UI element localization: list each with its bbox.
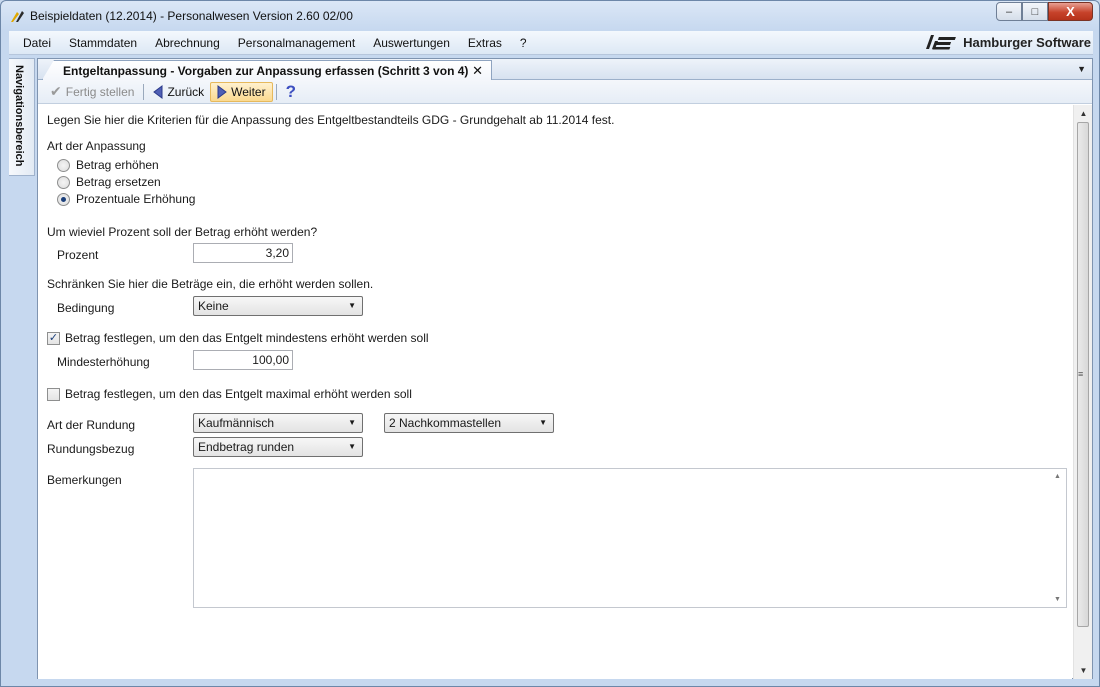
percent-label: Prozent <box>57 248 99 262</box>
scroll-down-icon[interactable]: ▼ <box>1074 666 1093 675</box>
radio-label: Betrag ersetzen <box>76 175 161 189</box>
back-label: Zurück <box>167 84 205 99</box>
close-icon: X <box>1066 4 1075 19</box>
chevron-down-icon: ▼ <box>348 442 356 451</box>
help-button[interactable]: ? <box>280 82 302 102</box>
next-button[interactable]: Weiter <box>210 81 273 102</box>
condition-label: Bedingung <box>57 301 115 315</box>
brand-name: Hamburger Software <box>963 34 1091 50</box>
min-increase-checkbox-row[interactable]: ✓ Betrag festlegen, um den das Entgelt m… <box>47 331 429 345</box>
radio-button[interactable] <box>57 158 70 172</box>
content-scrollbar[interactable]: ▲ ≡ ▼ <box>1073 105 1092 679</box>
rounding-ref-label: Rundungsbezug <box>47 442 135 456</box>
decimals-select[interactable]: 2 Nachkommastellen ▼ <box>384 413 554 433</box>
menu-abrechnung[interactable]: Abrechnung <box>146 31 229 55</box>
navigation-pane-tab[interactable]: Navigationsbereich <box>9 58 35 176</box>
rounding-ref-select[interactable]: Endbetrag runden ▼ <box>193 437 363 457</box>
radio-button-selected[interactable] <box>57 192 70 206</box>
next-label: Weiter <box>231 84 266 99</box>
chevron-down-icon: ▼ <box>539 418 547 427</box>
finish-label: Fertig stellen <box>65 84 135 99</box>
brand-logo: Hamburger Software <box>925 34 1091 50</box>
menu-stammdaten[interactable]: Stammdaten <box>60 31 146 55</box>
max-increase-checkbox-row[interactable]: Betrag festlegen, um den das Entgelt max… <box>47 387 412 401</box>
application-window: Beispieldaten (12.2014) - Personalwesen … <box>0 0 1100 687</box>
condition-select[interactable]: Keine ▼ <box>193 296 363 316</box>
toolbar-separator <box>275 83 277 100</box>
intro-text: Legen Sie hier die Kriterien für die Anp… <box>47 113 615 127</box>
radio-betrag-erhoehen[interactable]: Betrag erhöhen <box>57 158 159 172</box>
rounding-ref-value: Endbetrag runden <box>198 440 295 454</box>
finish-button[interactable]: ✔ Fertig stellen <box>44 82 140 102</box>
min-increase-input[interactable]: 100,00 <box>193 350 293 370</box>
tab-entgeltanpassung[interactable]: Entgeltanpassung - Vorgaben zur Anpassun… <box>42 60 492 80</box>
tab-strip: Entgeltanpassung - Vorgaben zur Anpassun… <box>38 59 1092 80</box>
wizard-content: Legen Sie hier die Kriterien für die Anp… <box>38 105 1072 679</box>
window-title: Beispieldaten (12.2014) - Personalwesen … <box>30 9 353 23</box>
max-increase-checkbox[interactable] <box>47 387 60 401</box>
menu-bar: Datei Stammdaten Abrechnung Personalmana… <box>9 31 1093 55</box>
radio-button[interactable] <box>57 175 70 189</box>
scroll-grip-icon: ≡ <box>1078 369 1084 379</box>
percent-input[interactable]: 3,20 <box>193 243 293 263</box>
min-increase-check-label: Betrag festlegen, um den das Entgelt min… <box>65 331 429 345</box>
maximize-icon: □ <box>1031 5 1039 18</box>
minimize-button[interactable]: – <box>996 2 1022 21</box>
decimals-value: 2 Nachkommastellen <box>389 416 502 430</box>
arrow-left-icon <box>153 84 163 99</box>
back-button[interactable]: Zurück <box>147 82 210 102</box>
chevron-down-icon: ▼ <box>348 418 356 427</box>
app-icon <box>11 11 24 22</box>
rounding-select[interactable]: Kaufmännisch ▼ <box>193 413 363 433</box>
restrict-text: Schränken Sie hier die Beträge ein, die … <box>47 277 374 291</box>
scroll-up-icon[interactable]: ▲ <box>1074 109 1093 118</box>
rounding-value: Kaufmännisch <box>198 416 275 430</box>
min-increase-label: Mindesterhöhung <box>57 355 150 369</box>
tab-close-icon[interactable]: ✕ <box>472 63 483 79</box>
menu-auswertungen[interactable]: Auswertungen <box>364 31 459 55</box>
window-controls: – □ X <box>996 2 1093 21</box>
toolbar-separator <box>143 83 145 100</box>
percent-question: Um wieviel Prozent soll der Betrag erhöh… <box>47 225 318 239</box>
rounding-label: Art der Rundung <box>47 418 136 432</box>
minimize-icon: – <box>1005 5 1013 18</box>
scroll-down-icon[interactable]: ▼ <box>1049 596 1066 603</box>
tab-title: Entgeltanpassung - Vorgaben zur Anpassun… <box>63 63 469 78</box>
radio-prozentuale-erhoehung[interactable]: Prozentuale Erhöhung <box>57 192 195 206</box>
menu-help[interactable]: ? <box>511 31 536 55</box>
document-area: Entgeltanpassung - Vorgaben zur Anpassun… <box>37 58 1093 679</box>
navigation-label: Navigationsbereich <box>13 65 25 167</box>
checkmark-icon: ✔ <box>50 83 62 99</box>
radio-betrag-ersetzen[interactable]: Betrag ersetzen <box>57 175 161 189</box>
scroll-up-icon[interactable]: ▲ <box>1049 473 1066 480</box>
radio-label: Betrag erhöhen <box>76 158 159 172</box>
arrow-right-icon <box>217 84 227 99</box>
art-der-anpassung-heading: Art der Anpassung <box>47 139 146 153</box>
menu-datei[interactable]: Datei <box>9 31 60 55</box>
radio-label: Prozentuale Erhöhung <box>76 192 196 206</box>
min-increase-checkbox[interactable]: ✓ <box>47 331 60 345</box>
maximize-button[interactable]: □ <box>1022 2 1048 21</box>
menu-personalmanagement[interactable]: Personalmanagement <box>229 31 364 55</box>
question-mark-icon: ? <box>285 81 296 101</box>
condition-value: Keine <box>198 299 229 313</box>
remarks-label: Bemerkungen <box>47 473 122 487</box>
remarks-scrollbar[interactable]: ▲ ▼ <box>1049 469 1066 607</box>
remarks-textarea[interactable]: ▲ ▼ <box>193 468 1067 608</box>
wizard-toolbar: ✔ Fertig stellen Zurück Weiter ? <box>38 80 1092 104</box>
tab-list-chevron-down-icon[interactable]: ▼ <box>1077 64 1086 74</box>
title-bar: Beispieldaten (12.2014) - Personalwesen … <box>1 1 1099 31</box>
menu-extras[interactable]: Extras <box>459 31 511 55</box>
close-button[interactable]: X <box>1048 2 1093 21</box>
hs-logo-icon <box>926 35 957 50</box>
max-increase-check-label: Betrag festlegen, um den das Entgelt max… <box>65 387 412 401</box>
chevron-down-icon: ▼ <box>348 301 356 310</box>
